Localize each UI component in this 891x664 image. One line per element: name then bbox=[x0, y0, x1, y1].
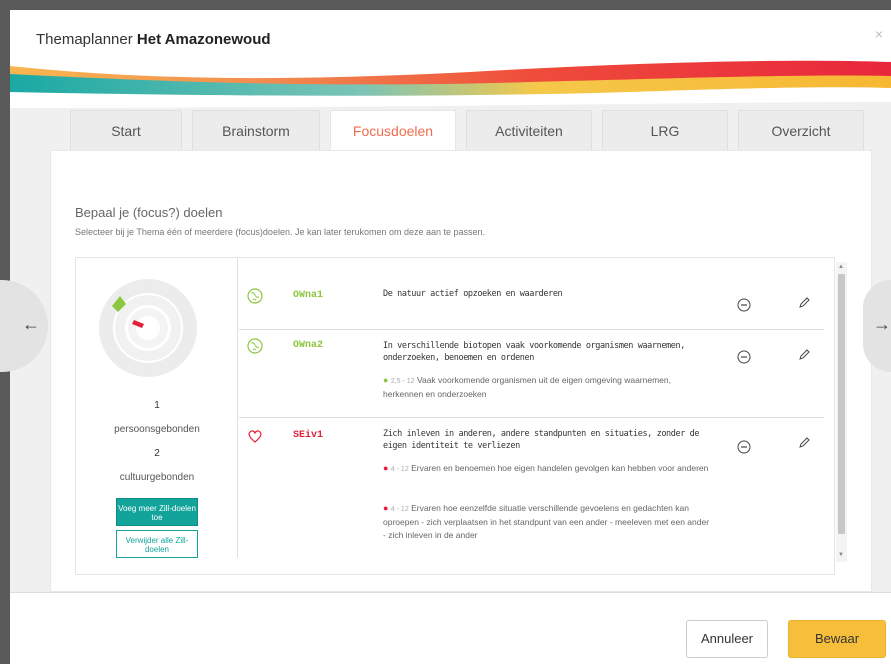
subgoal-item: ● 2,5 - 12 Vaak voorkomende organismen u… bbox=[383, 374, 713, 401]
goals-scrollbar[interactable]: ▲ ▼ bbox=[836, 262, 847, 562]
tab-activiteiten[interactable]: Activiteiten bbox=[466, 110, 592, 150]
tab-start[interactable]: Start bbox=[70, 110, 182, 150]
focusdoelen-panel: Bepaal je (focus?) doelen Selecteer bij … bbox=[50, 150, 872, 592]
arrow-left-icon: ← bbox=[22, 314, 40, 334]
count-persoonsgebonden: 1 bbox=[154, 400, 160, 411]
panel-subheading: Selecteer bij je Thema één of meerdere (… bbox=[75, 227, 486, 237]
close-icon[interactable]: × bbox=[875, 26, 883, 42]
modal-title-name: Het Amazonewoud bbox=[136, 31, 271, 48]
goals-list: OWna1 De natuur actief opzoeken en waard… bbox=[239, 272, 824, 562]
arrow-right-icon: → bbox=[873, 314, 891, 334]
label-cultuurgebonden: cultuurgebonden bbox=[119, 472, 195, 483]
goal-row[interactable]: OWna2 In verschillende biotopen vaak voo… bbox=[239, 330, 824, 418]
goal-code: OWna1 bbox=[293, 290, 324, 301]
pencil-icon[interactable] bbox=[797, 436, 811, 450]
subgoal-text: Ervaren en benoemen hoe eigen handelen g… bbox=[411, 463, 709, 473]
tab-focusdoelen[interactable]: Focusdoelen bbox=[330, 110, 456, 152]
subgoal-text: Vaak voorkomende organismen uit de eigen… bbox=[383, 375, 671, 399]
themaplanner-modal: Themaplanner Het Amazonewoud × Start Bra… bbox=[10, 10, 891, 664]
pencil-icon[interactable] bbox=[797, 296, 811, 310]
tab-overzicht[interactable]: Overzicht bbox=[738, 110, 864, 150]
save-button[interactable]: Bewaar bbox=[788, 620, 886, 658]
subgoal-range: 4 - 12 bbox=[390, 506, 409, 513]
goal-code: OWna2 bbox=[293, 340, 324, 351]
goal-title: Zich inleven in anderen, andere standpun… bbox=[383, 429, 700, 451]
pencil-icon[interactable] bbox=[797, 348, 811, 362]
heart-icon bbox=[248, 430, 262, 443]
footer-divider bbox=[10, 592, 891, 593]
goal-row[interactable]: SEiv1 Zich inleven in anderen, andere st… bbox=[239, 418, 824, 562]
subgoal-item: ● 4 - 12 Ervaren hoe eenzelfde situatie … bbox=[383, 502, 713, 542]
goal-code: SEiv1 bbox=[293, 430, 324, 441]
banner-decoration bbox=[10, 52, 891, 108]
label-persoonsgebonden: persoonsgebonden bbox=[114, 424, 200, 435]
goal-title: De natuur actief opzoeken en waarderen bbox=[383, 289, 563, 299]
scroll-down-icon[interactable]: ▼ bbox=[838, 552, 844, 558]
tab-brainstorm[interactable]: Brainstorm bbox=[192, 110, 320, 150]
scroll-up-icon[interactable]: ▲ bbox=[838, 264, 844, 270]
red-dot-icon: ● bbox=[383, 503, 389, 513]
tab-bar: Start Brainstorm Focusdoelen Activiteite… bbox=[70, 110, 864, 152]
remove-circle-icon[interactable] bbox=[737, 440, 751, 454]
remove-circle-icon[interactable] bbox=[737, 298, 751, 312]
subgoal-item: ● 4 - 12 Ervaren en benoemen hoe eigen h… bbox=[383, 462, 713, 476]
goals-container: 1 persoonsgebonden 2 cultuurgebonden Voe… bbox=[75, 257, 835, 575]
remove-circle-icon[interactable] bbox=[737, 350, 751, 364]
subgoal-range: 4 - 12 bbox=[390, 466, 409, 473]
globe-icon bbox=[247, 288, 263, 304]
subgoal-text: Ervaren hoe eenzelfde situatie verschill… bbox=[383, 503, 710, 540]
goal-title: In verschillende biotopen vaak voorkomen… bbox=[383, 341, 685, 363]
summary-column: 1 persoonsgebonden 2 cultuurgebonden Voe… bbox=[76, 258, 238, 558]
tab-lrg[interactable]: LRG bbox=[602, 110, 728, 150]
panel-heading: Bepaal je (focus?) doelen bbox=[75, 205, 223, 220]
subgoal-range: 2,5 - 12 bbox=[390, 378, 415, 385]
cancel-button[interactable]: Annuleer bbox=[686, 620, 768, 658]
add-zill-goals-button[interactable]: Voeg meer Zill-doelen toe bbox=[116, 498, 198, 526]
remove-zill-goals-button[interactable]: Verwijder alle Zill-doelen bbox=[116, 530, 198, 558]
next-step-button[interactable]: → bbox=[863, 280, 891, 372]
modal-title: Themaplanner Het Amazonewoud bbox=[36, 31, 271, 48]
goal-row[interactable]: OWna1 De natuur actief opzoeken en waard… bbox=[239, 272, 824, 330]
green-dot-icon: ● bbox=[383, 375, 389, 385]
globe-icon bbox=[247, 338, 263, 354]
modal-title-prefix: Themaplanner bbox=[36, 31, 133, 48]
count-cultuurgebonden: 2 bbox=[154, 448, 160, 459]
goals-donut-chart bbox=[99, 279, 197, 377]
scrollbar-thumb[interactable] bbox=[838, 274, 845, 534]
red-dot-icon: ● bbox=[383, 463, 389, 473]
